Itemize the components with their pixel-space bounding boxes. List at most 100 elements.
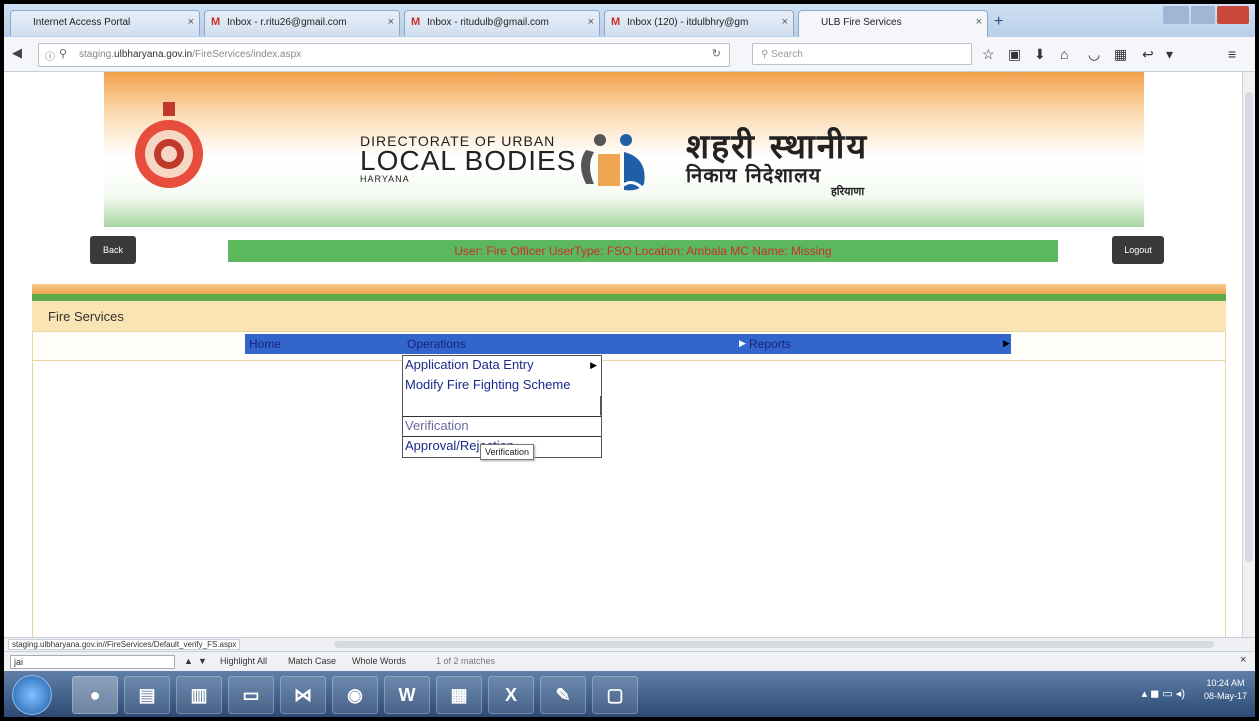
header-banner: DIRECTORATE OF URBAN LOCAL BODIES HARYAN… xyxy=(104,72,1144,227)
info-icon[interactable]: ⓘ xyxy=(45,48,55,63)
clock-time[interactable]: 10:24 AM xyxy=(1204,677,1247,690)
menu-icon[interactable]: ≡ xyxy=(1228,46,1236,62)
close-icon[interactable]: × xyxy=(588,16,594,28)
clock-date[interactable]: 08-May-17 xyxy=(1204,690,1247,703)
logout-button[interactable]: Logout xyxy=(1112,236,1164,264)
gmail-icon: M xyxy=(211,16,221,28)
find-next-icon[interactable]: ▼ xyxy=(198,656,207,666)
dept-line2: LOCAL BODIES xyxy=(360,145,577,176)
maximize-icon[interactable] xyxy=(1191,6,1215,24)
main-menu: Home Operations ▶ Reports ▶ xyxy=(245,334,1011,354)
menu-item-modify-fire-fighting-scheme[interactable]: Modify Fire Fighting Scheme xyxy=(403,376,601,396)
home-icon[interactable]: ⌂ xyxy=(1060,46,1068,62)
tab-inbox-1[interactable]: M Inbox - r.ritu26@gmail.com × xyxy=(204,10,400,36)
close-icon[interactable]: × xyxy=(1240,654,1246,666)
tooltip: Verification xyxy=(480,444,535,460)
gmail-icon: M xyxy=(611,16,621,28)
divider-orange xyxy=(32,284,1226,294)
menu-reports[interactable]: Reports xyxy=(749,337,791,351)
search-icon: ⚲ xyxy=(761,49,769,60)
extension-icon[interactable]: ▦ xyxy=(1114,46,1127,63)
url-bar[interactable]: ⓘ ⚲ staging.ulbharyana.gov.in/FireServic… xyxy=(38,43,730,67)
submenu-arrow-icon: ▶ xyxy=(590,360,597,370)
excel-icon[interactable]: X xyxy=(488,676,534,714)
tab-label: Internet Access Portal xyxy=(33,17,131,28)
operations-dropdown: Application Data Entry ▶ Modify Fire Fig… xyxy=(402,355,602,458)
match-case-toggle[interactable]: Match Case xyxy=(288,656,336,666)
menu-item-label: Modify Fire Fighting Scheme xyxy=(405,377,571,392)
tray-icons[interactable]: ▴ ◼ ▭ ◂) xyxy=(1142,687,1185,700)
scrollbar-thumb[interactable] xyxy=(1245,92,1253,562)
menu-item-verification[interactable]: Verification xyxy=(403,416,601,437)
menu-home[interactable]: Home xyxy=(249,337,281,351)
close-icon[interactable]: × xyxy=(976,16,982,28)
haryana-emblem-icon xyxy=(135,102,203,188)
tab-label: Inbox - r.ritu26@gmail.com xyxy=(227,17,347,28)
word-icon[interactable]: W xyxy=(384,676,430,714)
close-window-icon[interactable] xyxy=(1217,6,1249,24)
find-result-count: 1 of 2 matches xyxy=(436,656,496,666)
panel-title: Fire Services xyxy=(48,309,124,324)
reload-icon[interactable]: ↻ xyxy=(712,47,721,60)
browser-window: Internet Access Portal × M Inbox - r.rit… xyxy=(4,4,1255,717)
menu-item-application-data-entry[interactable]: Application Data Entry ▶ xyxy=(403,356,601,376)
find-input[interactable]: jai xyxy=(10,655,175,669)
remote-desktop-icon[interactable]: ▢ xyxy=(592,676,638,714)
start-button[interactable] xyxy=(12,675,52,715)
search-placeholder: Search xyxy=(771,49,803,60)
find-previous-icon[interactable]: ▲ xyxy=(184,656,193,666)
user-info-bar: User: Fire Officer UserType: FSO Locatio… xyxy=(228,240,1058,262)
pocket-icon[interactable]: ◡ xyxy=(1088,46,1100,63)
close-icon[interactable]: × xyxy=(388,16,394,28)
tab-bar: Internet Access Portal × M Inbox - r.rit… xyxy=(4,4,1255,38)
bookmark-star-icon[interactable]: ☆ xyxy=(982,46,995,63)
tab-internet-access-portal[interactable]: Internet Access Portal × xyxy=(10,10,200,36)
tab-label: Inbox - ritudulb@gmail.com xyxy=(427,17,549,28)
paint-icon[interactable]: ✎ xyxy=(540,676,586,714)
hindi-line2: निकाय निदेशालय xyxy=(686,163,822,187)
dept-name-hindi: शहरी स्थानीय निकाय निदेशालय हरियाणा xyxy=(686,127,869,197)
submenu-arrow-icon: ▶ xyxy=(739,338,746,348)
chevron-down-icon[interactable]: ▾ xyxy=(1166,46,1173,63)
addon-icon[interactable]: ↩ xyxy=(1142,46,1154,63)
network-icon[interactable]: ▥ xyxy=(176,676,222,714)
tab-inbox-3[interactable]: M Inbox (120) - itdulbhry@gm × xyxy=(604,10,794,36)
tab-inbox-2[interactable]: M Inbox - ritudulb@gmail.com × xyxy=(404,10,600,36)
back-button[interactable]: Back xyxy=(90,236,136,264)
web-content: DIRECTORATE OF URBAN LOCAL BODIES HARYAN… xyxy=(4,72,1242,637)
back-arrow-icon[interactable]: ◀ xyxy=(12,45,22,61)
vertical-scrollbar[interactable] xyxy=(1242,72,1255,637)
status-link-url: staging.ulbharyana.gov.in//FireServices/… xyxy=(8,639,241,650)
menu-item-label: Verification xyxy=(405,418,469,433)
folder-icon[interactable]: ▭ xyxy=(228,676,274,714)
document-viewer-icon[interactable]: ▤ xyxy=(124,676,170,714)
clipboard-icon[interactable]: ▣ xyxy=(1008,46,1021,63)
firefox-icon[interactable]: ● xyxy=(72,676,118,714)
window-controls xyxy=(1163,6,1249,24)
tab-ulb-fire-services[interactable]: ULB Fire Services × xyxy=(798,10,988,37)
close-icon[interactable]: × xyxy=(188,16,194,28)
close-icon[interactable]: × xyxy=(782,16,788,28)
status-bar: staging.ulbharyana.gov.in//FireServices/… xyxy=(4,637,1255,652)
url-text: staging.ulbharyana.gov.in/FireServices/i… xyxy=(79,49,302,60)
whole-words-toggle[interactable]: Whole Words xyxy=(352,656,406,666)
hindi-line3: हरियाणा xyxy=(830,185,865,198)
search-input[interactable]: ⚲ Search xyxy=(752,43,972,65)
tab-label: Inbox (120) - itdulbhry@gm xyxy=(627,17,749,28)
visual-studio-icon[interactable]: ⋈ xyxy=(280,676,326,714)
menu-operations[interactable]: Operations xyxy=(407,337,466,351)
minimize-icon[interactable] xyxy=(1163,6,1189,24)
notepad-icon[interactable]: ▦ xyxy=(436,676,482,714)
nav-bar: ◀ ⓘ ⚲ staging.ulbharyana.gov.in/FireServ… xyxy=(4,37,1255,72)
tab-label: ULB Fire Services xyxy=(821,17,902,28)
system-tray: 10:24 AM 08-May-17 xyxy=(1204,677,1247,703)
new-tab-icon[interactable]: + xyxy=(994,13,1003,31)
hindi-line1: शहरी स्थानीय xyxy=(686,127,869,167)
highlight-all-toggle[interactable]: Highlight All xyxy=(220,656,267,666)
download-icon[interactable]: ⬇ xyxy=(1034,46,1046,63)
menu-item-blank[interactable] xyxy=(403,396,601,416)
chrome-icon[interactable]: ◉ xyxy=(332,676,378,714)
dulb-logo-icon xyxy=(581,134,645,192)
panel-header: Fire Services xyxy=(32,301,1226,331)
horizontal-scrollbar[interactable] xyxy=(334,641,1214,648)
